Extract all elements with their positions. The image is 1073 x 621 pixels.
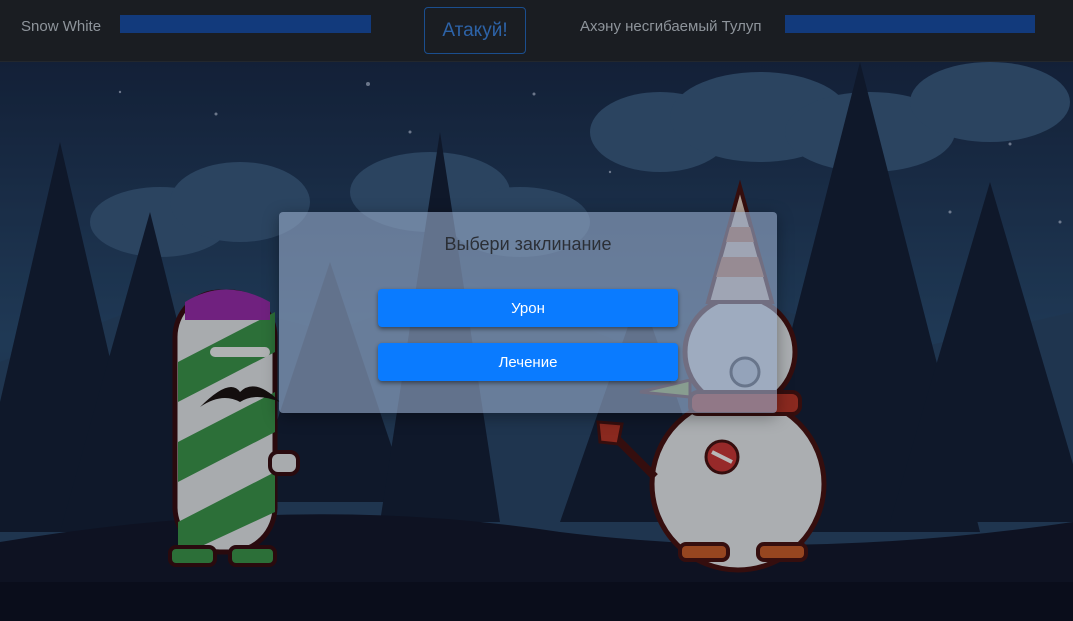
attack-button[interactable]: Атакуй! — [424, 7, 526, 54]
player-right-hp-bar — [785, 15, 1035, 33]
heal-spell-button[interactable]: Лечение — [378, 343, 678, 381]
player-left-hp-fill — [120, 15, 371, 33]
player-left-hp-bar — [120, 15, 371, 33]
player-right-name: Ахэну несгибаемый Тулуп — [580, 18, 762, 35]
spell-choice-modal: Выбери заклинание Урон Лечение — [279, 212, 777, 413]
player-right-hp-fill — [785, 15, 1035, 33]
player-left-name: Snow White — [21, 18, 102, 35]
top-hud-bar: Snow White Атакуй! Ахэну несгибаемый Тул… — [0, 0, 1073, 62]
modal-title: Выбери заклинание — [444, 234, 612, 254]
damage-spell-button[interactable]: Урон — [378, 289, 678, 327]
